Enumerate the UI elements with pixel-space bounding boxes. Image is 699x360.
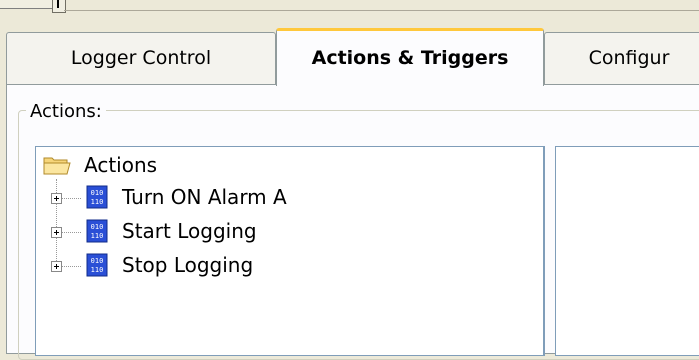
tree-root-node[interactable]: Actions — [36, 147, 336, 177]
tab-configuration[interactable]: Configur — [544, 32, 699, 84]
tree-item-label[interactable]: Stop Logging — [122, 253, 253, 277]
toolbar-strip — [0, 0, 699, 30]
tab-label: Actions & Triggers — [311, 47, 509, 69]
action-details-panel[interactable] — [555, 146, 699, 356]
action-icon: 010 110 — [86, 253, 108, 277]
tree-root-label: Actions — [84, 153, 158, 177]
tab-label: Configur — [588, 47, 670, 69]
tab-actions-triggers[interactable]: Actions & Triggers — [276, 28, 544, 86]
expand-icon[interactable] — [51, 193, 62, 204]
svg-text:110: 110 — [91, 266, 104, 274]
expand-icon[interactable] — [51, 261, 62, 272]
tree-connector-line — [61, 232, 81, 233]
tree-item-label[interactable]: Turn ON Alarm A — [122, 185, 287, 209]
svg-text:010: 010 — [91, 223, 104, 231]
tab-label: Logger Control — [70, 47, 212, 69]
actions-group-label: Actions: — [26, 101, 106, 122]
tree-connector-line — [61, 198, 81, 199]
action-icon: 010 110 — [86, 219, 108, 243]
tree-connector-line — [61, 266, 81, 267]
folder-icon — [43, 157, 71, 175]
svg-text:010: 010 — [91, 189, 104, 197]
tab-logger-control[interactable]: Logger Control — [6, 32, 276, 84]
actions-tree[interactable]: Actions 010 110 Turn ON Alarm A 010 110 … — [35, 146, 545, 356]
svg-text:010: 010 — [91, 257, 104, 265]
action-icon: 010 110 — [86, 185, 108, 209]
toolbar-control[interactable] — [0, 0, 53, 9]
toolbar-scroll-button[interactable] — [52, 0, 66, 13]
svg-text:110: 110 — [91, 198, 104, 206]
tree-item-label[interactable]: Start Logging — [122, 219, 257, 243]
expand-icon[interactable] — [51, 227, 62, 238]
svg-text:110: 110 — [91, 232, 104, 240]
toolbar-divider — [64, 10, 699, 11]
